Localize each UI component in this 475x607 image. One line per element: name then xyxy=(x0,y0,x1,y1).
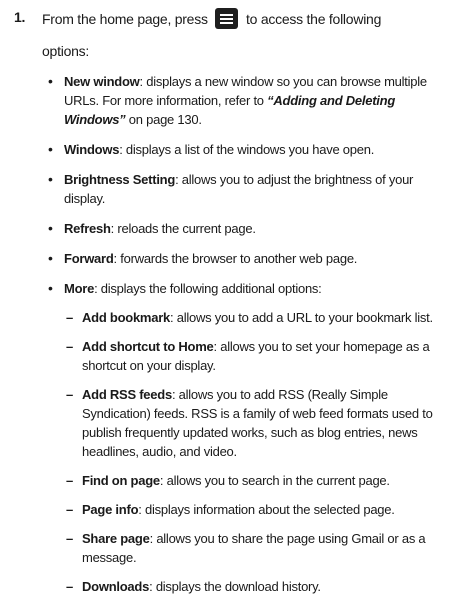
more-option-term: Page info xyxy=(82,502,139,517)
step-text-line2: options: xyxy=(42,43,90,59)
option-new-window: New window: displays a new window so you… xyxy=(0,72,475,129)
more-option-downloads: Downloads: displays the download history… xyxy=(64,577,451,596)
option-desc: : reloads the current page. xyxy=(110,221,256,236)
more-option-add-rss: Add RSS feeds: allows you to add RSS (Re… xyxy=(64,385,451,461)
more-option-desc: : allows you to add a URL to your bookma… xyxy=(170,310,433,325)
more-options-list: Add bookmark: allows you to add a URL to… xyxy=(64,308,451,596)
more-option-add-shortcut: Add shortcut to Home: allows you to set … xyxy=(64,337,451,375)
more-option-term: Add bookmark xyxy=(82,310,171,325)
option-refresh: Refresh: reloads the current page. xyxy=(0,219,475,238)
more-option-term: Find on page xyxy=(82,473,160,488)
menu-key-icon xyxy=(215,8,239,29)
option-desc: : forwards the browser to another web pa… xyxy=(113,251,358,266)
more-option-find-on-page: Find on page: allows you to search in th… xyxy=(64,471,451,490)
option-term: Windows xyxy=(64,142,120,157)
cross-reference-page: on page 130. xyxy=(125,112,202,127)
step-text-after: to access the following xyxy=(246,11,382,27)
more-option-desc: : displays information about the selecte… xyxy=(138,502,395,517)
more-option-term: Add shortcut to Home xyxy=(82,339,214,354)
option-term: New window xyxy=(64,74,140,89)
more-option-desc: : allows you to search in the current pa… xyxy=(159,473,390,488)
option-term: Brightness Setting xyxy=(64,172,176,187)
more-option-add-bookmark: Add bookmark: allows you to add a URL to… xyxy=(64,308,451,327)
option-brightness: Brightness Setting: allows you to adjust… xyxy=(0,170,475,208)
option-term: Refresh xyxy=(64,221,111,236)
option-more: More: displays the following additional … xyxy=(0,279,475,596)
more-option-page-info: Page info: displays information about th… xyxy=(64,500,451,519)
step-instruction: From the home page, press to access the … xyxy=(42,8,462,61)
option-desc: : displays a list of the windows you hav… xyxy=(119,142,375,157)
option-windows: Windows: displays a list of the windows … xyxy=(0,140,475,159)
option-term: Forward xyxy=(64,251,114,266)
more-option-desc: : displays the download history. xyxy=(149,579,321,594)
more-option-share-page: Share page: allows you to share the page… xyxy=(64,529,451,567)
more-option-term: Share page xyxy=(82,531,150,546)
options-list: New window: displays a new window so you… xyxy=(0,72,475,607)
more-option-term: Add RSS feeds xyxy=(82,387,172,402)
option-desc: : displays the following additional opti… xyxy=(94,281,322,296)
option-term: More xyxy=(64,281,95,296)
more-option-term: Downloads xyxy=(82,579,150,594)
option-forward: Forward: forwards the browser to another… xyxy=(0,249,475,268)
step-number: 1. xyxy=(14,9,26,25)
step-text-before: From the home page, press xyxy=(42,11,208,27)
